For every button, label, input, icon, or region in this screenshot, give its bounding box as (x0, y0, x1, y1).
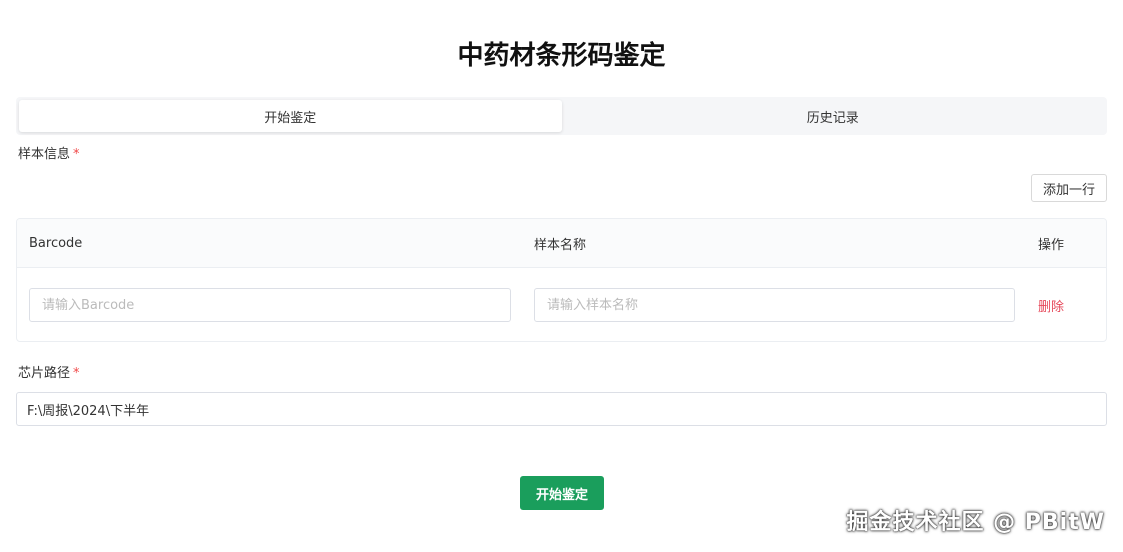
table-header: Barcode 样本名称 操作 (17, 219, 1106, 268)
column-header-barcode: Barcode (29, 235, 83, 251)
required-mark: * (73, 147, 80, 162)
page-title: 中药材条形码鉴定 (457, 41, 666, 71)
column-header-sample-name: 样本名称 (534, 237, 587, 253)
chip-path-input[interactable] (16, 392, 1107, 426)
sample-name-input[interactable] (534, 288, 1015, 322)
chip-path-label: 芯片路径 * (18, 365, 80, 383)
page-root: 中药材条形码鉴定 开始鉴定 历史记录 样本信息 * 添加一行 Barcode 样本… (0, 0, 1123, 552)
start-identification-button[interactable]: 开始鉴定 (520, 476, 604, 510)
tab-start-identification[interactable]: 开始鉴定 (19, 100, 562, 132)
column-header-actions: 操作 (1038, 237, 1065, 253)
sample-info-label: 样本信息 * (18, 146, 80, 164)
table-row: 删除 (17, 268, 1106, 341)
tab-history[interactable]: 历史记录 (562, 100, 1105, 132)
sample-info-label-text: 样本信息 (18, 147, 71, 162)
sample-table: Barcode 样本名称 操作 删除 (16, 218, 1107, 342)
required-mark: * (73, 366, 80, 381)
chip-path-label-text: 芯片路径 (18, 366, 71, 381)
delete-row-link[interactable]: 删除 (1038, 288, 1064, 322)
watermark-text: 掘金技术社区 @ PBitW (846, 510, 1105, 535)
add-row-button[interactable]: 添加一行 (1031, 174, 1107, 202)
barcode-input[interactable] (29, 288, 511, 322)
tab-bar: 开始鉴定 历史记录 (16, 97, 1107, 135)
